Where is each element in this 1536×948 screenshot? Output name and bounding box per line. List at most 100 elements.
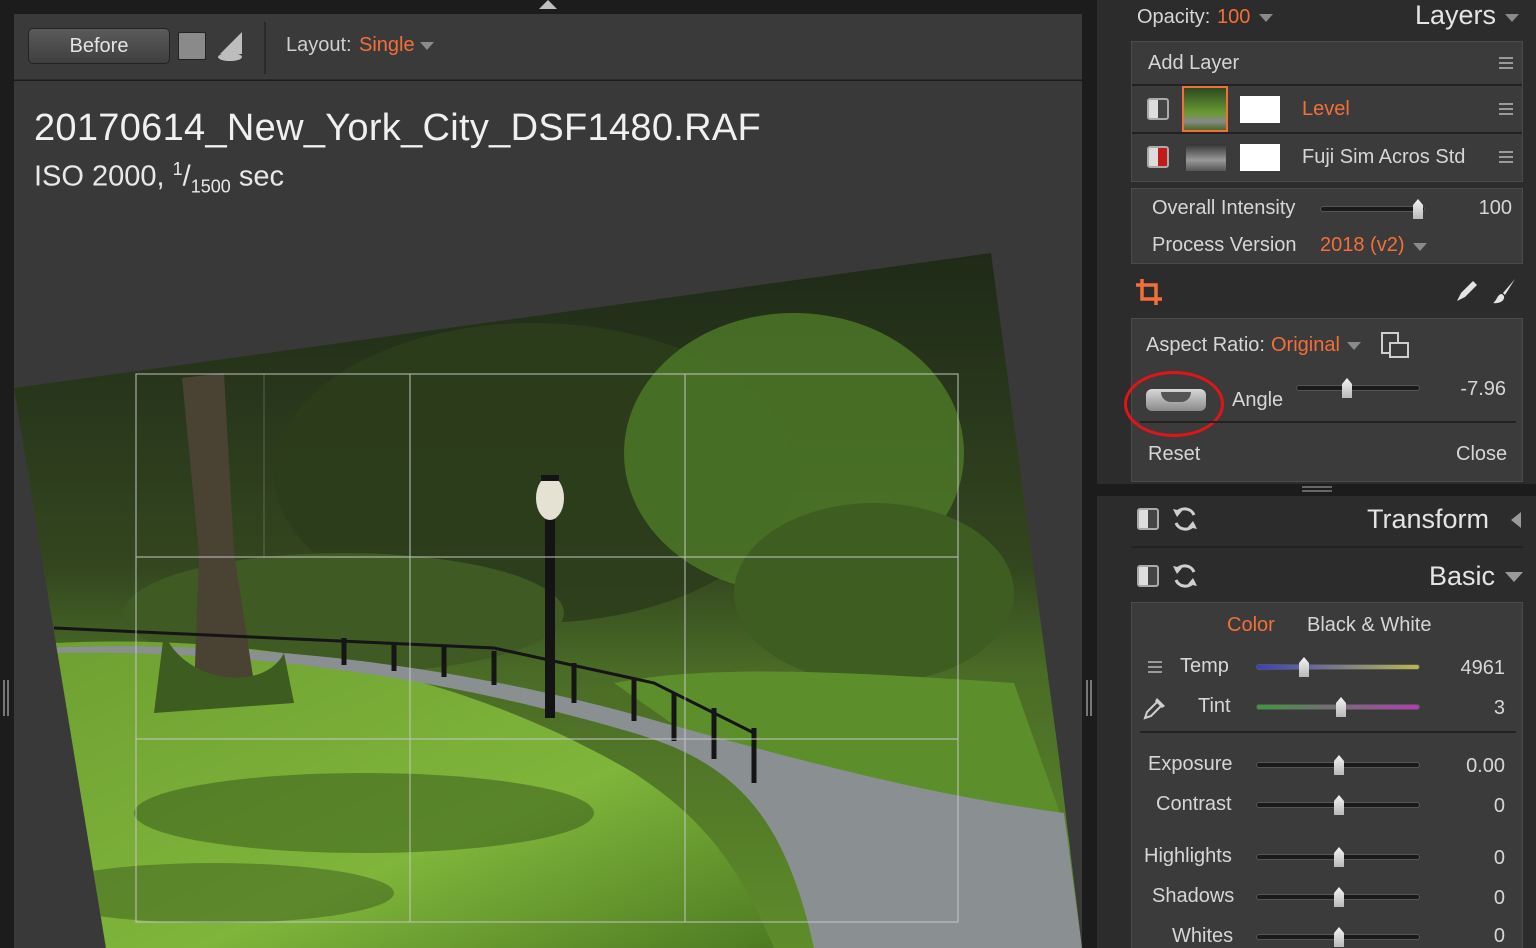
overall-intensity-slider[interactable]	[1320, 206, 1425, 212]
shadows-value[interactable]: 0	[1435, 887, 1505, 910]
menu-icon[interactable]	[1499, 103, 1513, 115]
contrast-value[interactable]: 0	[1435, 795, 1505, 818]
slider-thumb[interactable]	[1336, 697, 1346, 717]
transform-section-title[interactable]: Transform	[1367, 504, 1489, 535]
shadows-label: Shadows	[1152, 885, 1235, 907]
slider-thumb[interactable]	[1299, 657, 1309, 677]
close-button[interactable]: Close	[1456, 443, 1507, 466]
slider-thumb[interactable]	[1334, 887, 1344, 907]
layer-row-level[interactable]: Level	[1132, 86, 1522, 132]
layout-label: Layout:	[286, 34, 352, 56]
reset-icon[interactable]	[1171, 505, 1199, 538]
add-layer-button[interactable]: Add Layer	[1148, 52, 1239, 75]
divider	[1131, 546, 1523, 548]
slider-thumb[interactable]	[1334, 755, 1344, 775]
layer-mask-thumbnail	[1240, 144, 1280, 171]
exposure-label: Exposure	[1148, 753, 1233, 775]
layers-panel-title: Layers	[1415, 0, 1497, 30]
aspect-ratio-label: Aspect Ratio:	[1146, 334, 1265, 356]
brush-icon[interactable]	[1491, 277, 1519, 310]
temp-label: Temp	[1180, 655, 1229, 677]
angle-slider[interactable]	[1296, 385, 1420, 391]
panel-resize-handle[interactable]	[1086, 680, 1092, 716]
opacity-label: Opacity:	[1137, 6, 1211, 28]
angle-value[interactable]: -7.96	[1436, 378, 1506, 401]
transform-toggle-icon[interactable]	[1137, 508, 1159, 530]
aspect-ratio-dropdown[interactable]: Original	[1271, 334, 1340, 357]
file-name: 20170614_New_York_City_DSF1480.RAF	[34, 107, 762, 149]
basic-section-title[interactable]: Basic	[1429, 561, 1495, 592]
divider	[1140, 731, 1516, 733]
top-marker-icon	[539, 0, 557, 9]
slider-thumb[interactable]	[1334, 795, 1344, 815]
split-view-icon[interactable]	[216, 30, 246, 62]
slider-thumb[interactable]	[1334, 927, 1344, 947]
compare-square-button[interactable]	[178, 32, 206, 60]
tab-black-white[interactable]: Black & White	[1307, 614, 1431, 637]
layer-visibility-icon[interactable]	[1147, 146, 1169, 168]
shutter-numerator: 1	[172, 159, 183, 179]
angle-label: Angle	[1232, 389, 1284, 411]
highlights-value[interactable]: 0	[1435, 847, 1505, 870]
toolbar-divider	[264, 22, 266, 74]
layer-thumbnail	[1182, 86, 1228, 132]
image-viewer: Before Layout: Single 20170614_New_York_…	[0, 0, 1097, 948]
layer-thumbnail	[1186, 144, 1226, 171]
right-panel: Opacity: 100 Layers Add Layer Level Fuji…	[1097, 0, 1536, 948]
whites-value[interactable]: 0	[1435, 925, 1505, 948]
slider-thumb[interactable]	[1413, 199, 1423, 219]
chevron-down-icon[interactable]	[1505, 572, 1523, 582]
crop-panel: Aspect Ratio: Original Angle -7.96 Reset…	[1124, 318, 1523, 482]
tint-value[interactable]: 3	[1435, 697, 1505, 720]
basic-toggle-icon[interactable]	[1137, 565, 1159, 587]
layer-visibility-icon[interactable]	[1147, 98, 1169, 120]
process-version-dropdown[interactable]: 2018 (v2)	[1320, 234, 1405, 257]
before-button[interactable]: Before	[28, 28, 170, 64]
process-version-label: Process Version	[1152, 234, 1297, 256]
chevron-down-icon[interactable]	[1259, 14, 1273, 22]
reset-button[interactable]: Reset	[1148, 443, 1200, 466]
chevron-down-icon[interactable]	[1505, 14, 1519, 22]
layout-dropdown[interactable]: Single	[359, 34, 415, 57]
layer-list: Add Layer Level Fuji Sim Acros Std	[1131, 41, 1523, 182]
panel-splitter[interactable]	[1097, 484, 1536, 496]
chevron-down-icon[interactable]	[420, 42, 434, 50]
divider	[1140, 421, 1516, 423]
rotate-aspect-icon[interactable]	[1380, 331, 1410, 366]
slider-thumb[interactable]	[1342, 378, 1352, 398]
contrast-label: Contrast	[1156, 793, 1232, 815]
highlights-label: Highlights	[1144, 845, 1232, 867]
menu-icon[interactable]	[1148, 661, 1162, 673]
photo-preview[interactable]	[14, 253, 1082, 948]
layer-name[interactable]: Level	[1302, 98, 1350, 121]
pencil-icon[interactable]	[1453, 277, 1481, 310]
menu-icon[interactable]	[1499, 151, 1513, 163]
tab-color[interactable]: Color	[1227, 614, 1275, 637]
shutter-denominator: 1500	[190, 176, 231, 197]
tint-label: Tint	[1198, 695, 1231, 717]
temp-slider[interactable]	[1256, 664, 1420, 670]
layer-row-fuji[interactable]: Fuji Sim Acros Std	[1132, 134, 1522, 180]
chevron-down-icon[interactable]	[1347, 342, 1361, 350]
reset-icon[interactable]	[1171, 562, 1199, 595]
exposure-info: ISO 2000, 1/1500 sec	[34, 159, 284, 197]
layer-name[interactable]: Fuji Sim Acros Std	[1302, 146, 1465, 169]
crop-icon[interactable]	[1135, 278, 1163, 311]
layer-settings: Overall Intensity 100 Process Version 20…	[1131, 188, 1523, 264]
overall-intensity-label: Overall Intensity	[1152, 197, 1296, 219]
shutter-unit: sec	[238, 160, 284, 193]
opacity-value[interactable]: 100	[1217, 6, 1250, 29]
basic-panel: Color Black & White Temp 4961 Tint 3 Exp…	[1131, 602, 1523, 948]
temp-value[interactable]: 4961	[1435, 657, 1506, 680]
whites-label: Whites	[1172, 925, 1234, 947]
eyedropper-icon[interactable]	[1142, 695, 1168, 726]
overall-intensity-value[interactable]: 100	[1442, 197, 1512, 220]
menu-icon[interactable]	[1499, 57, 1513, 69]
slider-thumb[interactable]	[1334, 847, 1344, 867]
exposure-value[interactable]: 0.00	[1435, 755, 1505, 778]
chevron-left-icon[interactable]	[1511, 512, 1521, 528]
viewer-toolbar: Before Layout: Single	[14, 14, 1082, 80]
chevron-down-icon[interactable]	[1413, 243, 1427, 251]
level-tool-icon[interactable]	[1146, 389, 1206, 411]
left-panel-handle[interactable]	[3, 680, 9, 716]
